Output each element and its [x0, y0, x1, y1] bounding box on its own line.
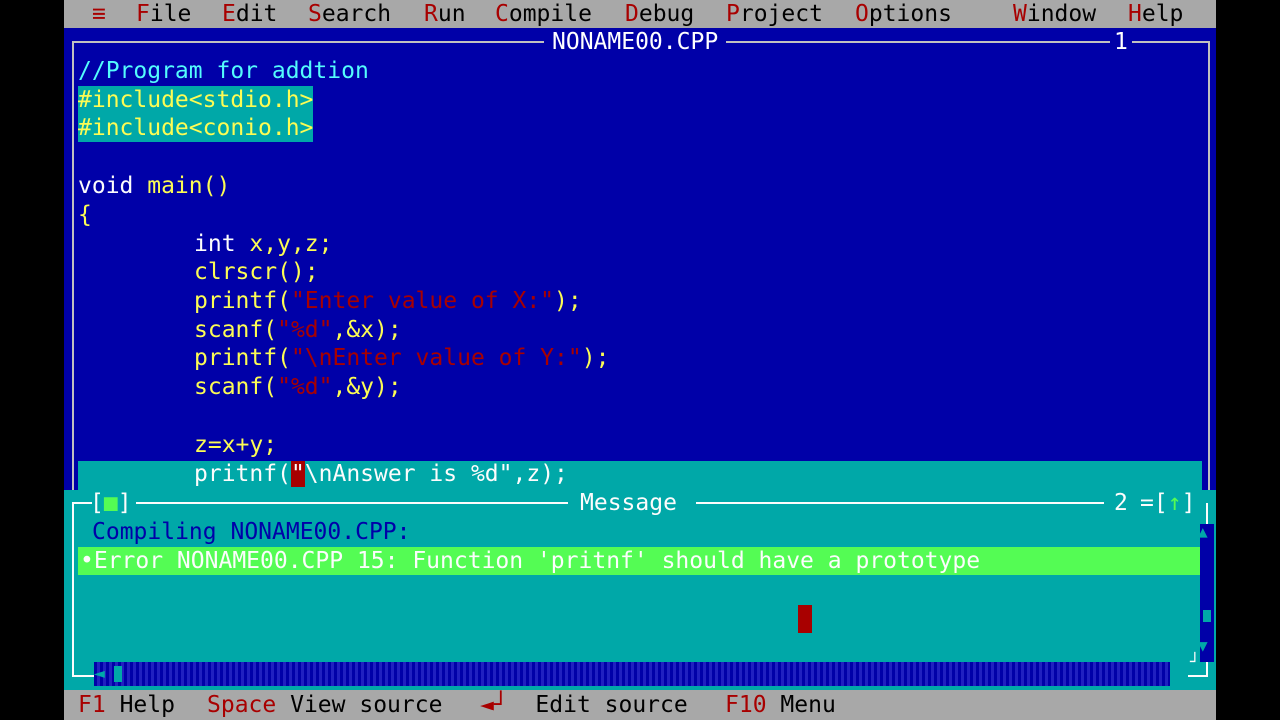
menu-options[interactable]: Options: [855, 0, 952, 28]
scroll-right-arrow-icon[interactable]: ►: [1170, 660, 1181, 688]
status-f10-menu[interactable]: F10 Menu: [725, 690, 836, 720]
status-f1-help[interactable]: F1 Help: [78, 690, 175, 720]
message-frame-bottom-left: [72, 675, 94, 677]
text-cursor: ": [290, 461, 305, 487]
code-line-3: #include<conio.h>: [78, 114, 314, 142]
menu-file[interactable]: File: [136, 0, 191, 28]
code-line-7: int x,y,z;: [194, 231, 333, 257]
editor-title: NONAME00.CPP: [544, 29, 727, 55]
menu-debug[interactable]: Debug: [625, 0, 694, 28]
compiling-message[interactable]: Compiling NONAME00.CPP:: [92, 518, 411, 546]
code-line-14: z=x+y;: [194, 432, 278, 458]
editor-window-number: 1: [1110, 29, 1132, 55]
code-line-10: scanf("%d",&x);: [194, 317, 402, 343]
status-bar: F1 Help Space View source ◄┘ Edit source…: [64, 690, 1216, 720]
message-close-button[interactable]: [■]: [90, 489, 132, 517]
code-line-6: {: [78, 202, 92, 228]
turbo-cpp-screen: ≡ File Edit Search Run Compile Debug Pro…: [64, 0, 1216, 720]
hscroll-thumb[interactable]: [114, 666, 122, 682]
block-cursor: [798, 605, 812, 633]
menu-help[interactable]: Help: [1128, 0, 1183, 28]
resize-corner-icon[interactable]: ┘: [1190, 648, 1200, 676]
menu-project[interactable]: Project: [726, 0, 823, 28]
system-menu-icon[interactable]: ≡: [92, 0, 106, 28]
status-space-view-source[interactable]: Space View source: [207, 690, 442, 720]
message-frame-top-a: [136, 502, 568, 504]
menu-bar: ≡ File Edit Search Run Compile Debug Pro…: [64, 0, 1216, 28]
menu-run[interactable]: Run: [424, 0, 466, 28]
enter-key-icon: ◄┘: [480, 692, 508, 718]
editor-frame-left: [72, 41, 74, 491]
menu-window[interactable]: Window: [1013, 0, 1096, 28]
code-line-9: printf("Enter value of X:");: [194, 288, 582, 314]
code-line-11: printf("\nEnter value of Y:");: [194, 345, 610, 371]
editor-frame-right: [1208, 41, 1210, 491]
menu-edit[interactable]: Edit: [222, 0, 277, 28]
message-frame-left: [72, 503, 74, 675]
message-title: Message: [580, 490, 677, 516]
menu-search[interactable]: Search: [308, 0, 391, 28]
message-frame-top-left: [72, 502, 92, 504]
message-frame-top-b: [696, 502, 1104, 504]
status-enter-edit-source[interactable]: ◄┘ Edit source: [480, 690, 688, 720]
vscroll-thumb[interactable]: [1203, 610, 1211, 622]
scroll-up-arrow-icon[interactable]: ▲: [1198, 518, 1208, 546]
error-message[interactable]: •Error NONAME00.CPP 15: Function 'pritnf…: [80, 547, 980, 575]
code-line-2: #include<stdio.h>: [78, 86, 314, 114]
message-zoom-button[interactable]: =[↑]: [1140, 489, 1195, 517]
message-window-number: 2: [1114, 490, 1128, 516]
code-line-15: pritnf("\nAnswer is %d",z);: [194, 461, 568, 487]
menu-compile[interactable]: Compile: [495, 0, 592, 28]
code-line-5: void main(): [78, 173, 231, 199]
code-line-12: scanf("%d",&y);: [194, 374, 402, 400]
code-line-1: //Program for addtion: [78, 58, 369, 84]
code-line-8: clrscr();: [194, 259, 319, 285]
scroll-left-arrow-icon[interactable]: ◄: [94, 660, 105, 688]
message-hscroll-track[interactable]: [94, 662, 1170, 686]
